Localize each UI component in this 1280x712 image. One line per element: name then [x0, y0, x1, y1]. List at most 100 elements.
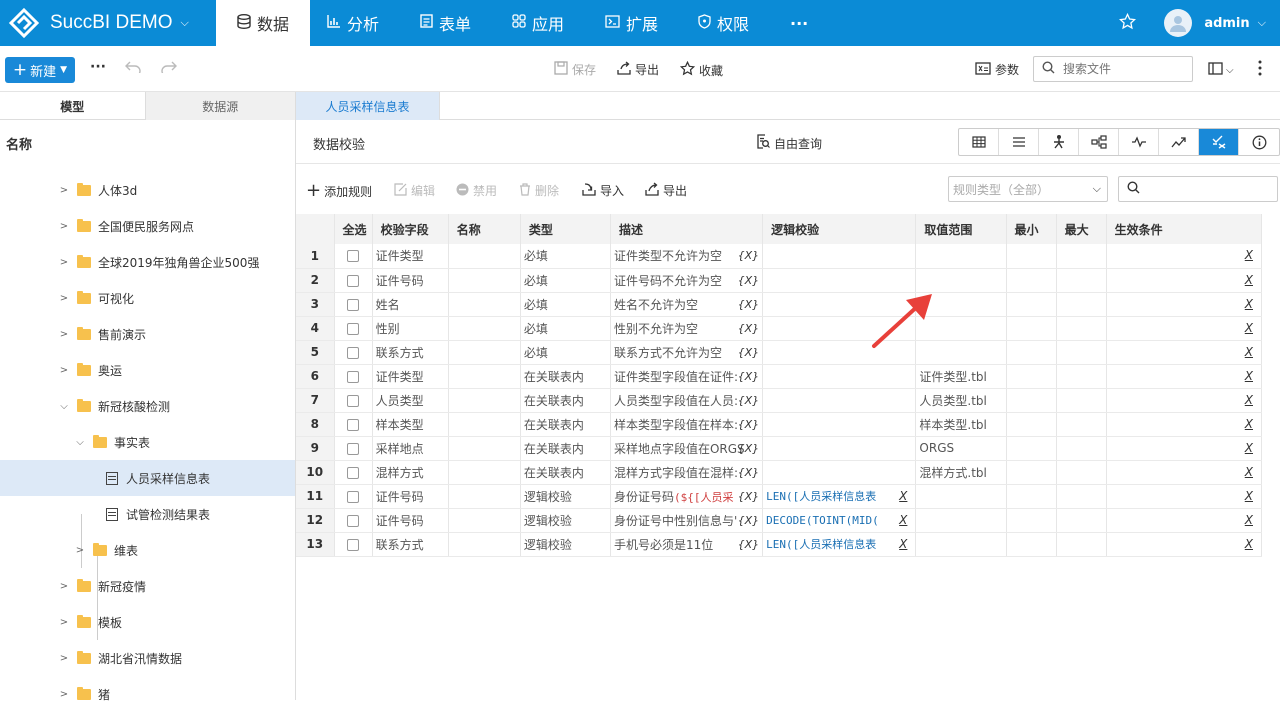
logic-cell[interactable] [762, 436, 917, 461]
condition-cell[interactable]: X [1106, 460, 1263, 485]
min-cell[interactable] [1006, 412, 1057, 437]
clear-icon[interactable]: X [899, 537, 907, 551]
clear-icon[interactable]: X [1245, 273, 1253, 287]
field-cell[interactable]: 证件类型 [372, 364, 449, 389]
user-name[interactable]: admin [1204, 16, 1249, 31]
tree-item[interactable]: 试管检测结果表 [0, 496, 295, 532]
tree-item[interactable]: > 猪 [0, 676, 295, 712]
range-cell[interactable] [915, 532, 1007, 557]
row-checkbox-cell[interactable] [334, 388, 373, 413]
table-row[interactable]: 4 性别 必填 性别不允许为空 {X} X [296, 316, 1263, 341]
desc-cell[interactable]: 性别不允许为空 {X} [610, 316, 764, 341]
clear-icon[interactable]: X [1245, 513, 1253, 527]
desc-cell[interactable]: 采样地点字段值在ORGS {X} [610, 436, 764, 461]
row-checkbox[interactable] [347, 250, 360, 263]
tree-item[interactable]: ⌵ 新冠核酸检测 [0, 388, 295, 424]
name-cell[interactable] [448, 316, 521, 341]
max-cell[interactable] [1056, 484, 1107, 509]
more-button[interactable]: ··· [90, 59, 106, 75]
lineage-icon[interactable] [1039, 129, 1079, 155]
formula-icon[interactable]: {X} [738, 274, 760, 287]
tree-item[interactable]: > 人体3d [0, 172, 295, 208]
tree-item[interactable]: > 全国便民服务网点 [0, 208, 295, 244]
desc-cell[interactable]: 证件类型不允许为空 {X} [610, 244, 764, 269]
column-header[interactable]: 全选 [334, 214, 373, 244]
table-row[interactable]: 10 混样方式 在关联表内 混样方式字段值在混样: {X} 混样方式.tbl X [296, 460, 1263, 485]
logic-cell[interactable]: DECODE(TOINT(MID(X [762, 508, 917, 533]
condition-cell[interactable]: X [1106, 388, 1263, 413]
nav-more-button[interactable]: ··· [790, 0, 808, 46]
list-view-icon[interactable] [999, 129, 1039, 155]
row-checkbox-cell[interactable] [334, 484, 373, 509]
params-button[interactable]: 参数 [975, 61, 1019, 78]
redo-icon[interactable] [160, 61, 177, 73]
table-row[interactable]: 11 证件号码 逻辑校验 身份证号码(${[人员采 {X} LEN([人员采样信息表 X X [296, 484, 1263, 509]
clear-icon[interactable]: X [1245, 321, 1253, 335]
desc-cell[interactable]: 证件类型字段值在证件: {X} [610, 364, 764, 389]
min-cell[interactable] [1006, 364, 1057, 389]
min-cell[interactable] [1006, 532, 1057, 557]
type-cell[interactable]: 必填 [520, 292, 611, 317]
tree-item[interactable]: > 维表 [0, 532, 295, 568]
type-cell[interactable]: 必填 [520, 340, 611, 365]
type-cell[interactable]: 逻辑校验 [520, 508, 611, 533]
save-button[interactable]: 保存 [554, 61, 596, 78]
min-cell[interactable] [1006, 388, 1057, 413]
formula-icon[interactable]: {X} [738, 490, 760, 503]
row-checkbox-cell[interactable] [334, 340, 373, 365]
type-cell[interactable]: 在关联表内 [520, 436, 611, 461]
desc-cell[interactable]: 人员类型字段值在人员: {X} [610, 388, 764, 413]
condition-cell[interactable]: X [1106, 364, 1263, 389]
name-cell[interactable] [448, 484, 521, 509]
relation-icon[interactable] [1079, 129, 1119, 155]
max-cell[interactable] [1056, 532, 1107, 557]
row-checkbox[interactable] [347, 442, 360, 455]
row-checkbox-cell[interactable] [334, 316, 373, 341]
row-checkbox-cell[interactable] [334, 532, 373, 557]
formula-icon[interactable]: {X} [738, 322, 760, 335]
max-cell[interactable] [1056, 292, 1107, 317]
field-cell[interactable]: 证件类型 [372, 244, 449, 269]
name-cell[interactable] [448, 412, 521, 437]
clear-icon[interactable]: X [1245, 248, 1253, 262]
field-cell[interactable]: 混样方式 [372, 460, 449, 485]
row-checkbox[interactable] [347, 538, 360, 551]
row-checkbox-cell[interactable] [334, 292, 373, 317]
clear-icon[interactable]: X [899, 513, 907, 527]
file-search-input[interactable] [1063, 62, 1173, 76]
layout-toggle[interactable]: ⌵ [1208, 62, 1234, 78]
clear-icon[interactable]: X [1245, 417, 1253, 431]
tree-item[interactable]: > 售前演示 [0, 316, 295, 352]
formula-icon[interactable]: {X} [738, 370, 760, 383]
formula-icon[interactable]: {X} [738, 394, 760, 407]
desc-cell[interactable]: 身份证号中性别信息与' {X} [610, 508, 764, 533]
logic-cell[interactable]: LEN([人员采样信息表 X [762, 484, 917, 509]
condition-cell[interactable]: X [1106, 532, 1263, 557]
logic-cell[interactable]: LEN([人员采样信息表 X [762, 532, 917, 557]
table-row[interactable]: 6 证件类型 在关联表内 证件类型字段值在证件: {X} 证件类型.tbl X [296, 364, 1263, 389]
name-cell[interactable] [448, 460, 521, 485]
rule-type-select[interactable]: 规则类型（全部） ⌵ [948, 176, 1108, 202]
table-row[interactable]: 2 证件号码 必填 证件号码不允许为空 {X} X [296, 268, 1263, 293]
row-checkbox-cell[interactable] [334, 364, 373, 389]
condition-cell[interactable]: X [1106, 268, 1263, 293]
max-cell[interactable] [1056, 388, 1107, 413]
formula-icon[interactable]: {X} [738, 538, 760, 551]
type-cell[interactable]: 在关联表内 [520, 412, 611, 437]
data-check-icon[interactable] [1199, 129, 1239, 155]
tab-datasource[interactable]: 数据源 [145, 92, 295, 120]
field-cell[interactable]: 证件号码 [372, 508, 449, 533]
row-checkbox-cell[interactable] [334, 436, 373, 461]
tree-item-selected[interactable]: 人员采样信息表 [0, 460, 295, 496]
tree-item[interactable]: > 模板 [0, 604, 295, 640]
row-checkbox-cell[interactable] [334, 268, 373, 293]
type-cell[interactable]: 必填 [520, 316, 611, 341]
desc-cell[interactable]: 联系方式不允许为空 {X} [610, 340, 764, 365]
favorite-button[interactable]: 收藏 [679, 60, 723, 79]
min-cell[interactable] [1006, 316, 1057, 341]
nav-tab-extensions[interactable]: 扩展 [605, 0, 658, 46]
nav-tab-data[interactable]: 数据 [216, 0, 310, 46]
type-cell[interactable]: 逻辑校验 [520, 484, 611, 509]
condition-cell[interactable]: X [1106, 508, 1263, 533]
field-cell[interactable]: 采样地点 [372, 436, 449, 461]
